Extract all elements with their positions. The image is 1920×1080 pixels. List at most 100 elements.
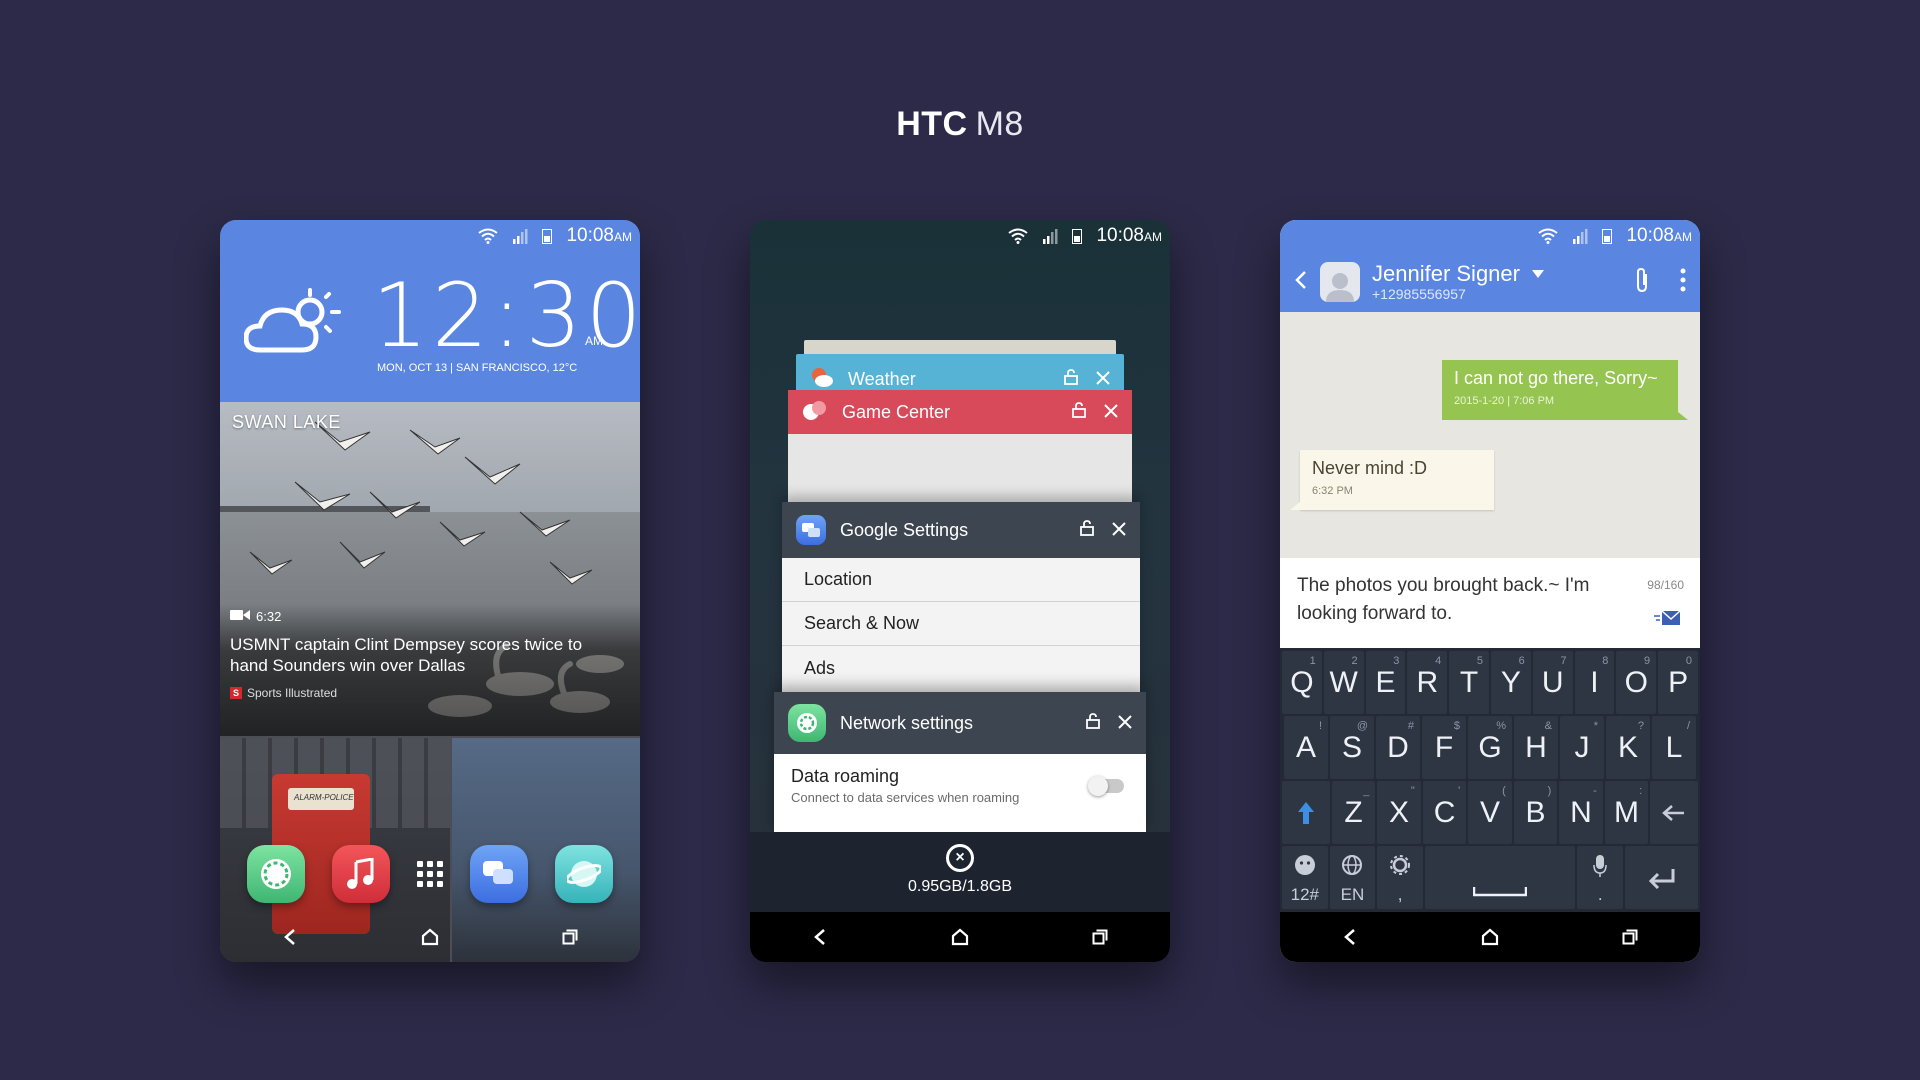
key-z[interactable]: _ Z <box>1331 781 1376 844</box>
key-k[interactable]: ? K <box>1606 716 1650 779</box>
recent-apps-icon[interactable] <box>1070 912 1130 962</box>
back-icon[interactable] <box>260 912 320 962</box>
unlock-icon[interactable] <box>1080 519 1094 541</box>
unlock-icon[interactable] <box>1064 368 1078 390</box>
music-app-icon[interactable] <box>332 845 391 903</box>
key-letter: E <box>1375 665 1396 699</box>
comma-key-label: , <box>1397 885 1403 904</box>
back-arrow-icon[interactable] <box>1294 270 1308 295</box>
network-settings-card[interactable]: Network settings Data roaming Connect to… <box>774 692 1146 834</box>
overflow-menu-icon[interactable] <box>1680 268 1686 297</box>
network-settings-card-header: Network settings <box>774 692 1146 754</box>
recent-apps-icon[interactable] <box>540 912 600 962</box>
memory-usage: 0.95GB/1.8GB <box>907 878 1013 895</box>
mic-period-key[interactable]: . <box>1577 846 1624 909</box>
back-icon[interactable] <box>790 912 850 962</box>
news-card[interactable]: SWAN LAKE 6:32 USMNT captain Clint Demps… <box>220 402 640 736</box>
key-a[interactable]: ! A <box>1284 716 1328 779</box>
settings-comma-key[interactable]: , <box>1377 846 1423 909</box>
google-settings-card[interactable]: Google Settings Location Search & Now Ad… <box>782 502 1140 694</box>
key-y[interactable]: 6Y <box>1490 651 1531 714</box>
key-b[interactable]: ) B <box>1513 781 1558 844</box>
shift-key[interactable] <box>1282 781 1330 844</box>
key-m[interactable]: :M <box>1604 781 1649 844</box>
key-i[interactable]: 8I <box>1574 651 1615 714</box>
unlock-icon[interactable] <box>1086 712 1100 734</box>
outgoing-message[interactable]: I can not go there, Sorry~ 2015-1-20 | 7… <box>1442 360 1688 420</box>
send-icon[interactable] <box>1654 608 1682 633</box>
clock-widget[interactable]: 10:08AM 12:30 AM MON, OCT 13 | SAN FRANC… <box>220 220 640 402</box>
language-key[interactable]: EN <box>1329 846 1376 909</box>
game-center-app-icon <box>802 399 828 426</box>
key-o[interactable]: 9O <box>1616 651 1657 714</box>
key-f[interactable]: $ F <box>1422 716 1466 779</box>
key-letter: S <box>1341 730 1362 764</box>
key-s[interactable]: @ S <box>1330 716 1374 779</box>
avatar[interactable] <box>1320 262 1360 302</box>
key-hint: 6 <box>1518 655 1525 667</box>
status-time: 10:08AM <box>1626 225 1692 246</box>
list-item-ads[interactable]: Ads <box>782 646 1140 690</box>
key-x[interactable]: " X <box>1377 781 1421 844</box>
close-icon[interactable] <box>1118 713 1132 734</box>
compose-input[interactable]: The photos you brought back.~ I'm lookin… <box>1297 572 1637 628</box>
symbols-key[interactable]: 12# <box>1282 846 1328 909</box>
list-item-search-now[interactable]: Search & Now <box>782 602 1140 646</box>
home-icon[interactable] <box>1460 912 1520 962</box>
unlock-icon[interactable] <box>1072 401 1086 423</box>
key-r[interactable]: 4R <box>1407 651 1448 714</box>
data-roaming-row[interactable]: Data roaming Connect to data services wh… <box>774 754 1146 805</box>
key-d[interactable]: # D <box>1376 716 1420 779</box>
key-c[interactable]: ' C <box>1422 781 1467 844</box>
key-v[interactable]: (V <box>1468 781 1512 844</box>
key-letter: N <box>1570 795 1592 829</box>
close-icon[interactable] <box>1096 369 1110 390</box>
list-item-location[interactable]: Location <box>782 558 1140 602</box>
network-settings-app-icon <box>788 704 826 742</box>
backspace-icon[interactable] <box>1650 781 1699 844</box>
key-letter: M <box>1613 795 1639 829</box>
browser-app-icon[interactable] <box>554 845 613 903</box>
key-n[interactable]: -N <box>1559 781 1603 844</box>
enter-key[interactable] <box>1625 846 1699 909</box>
news-source-name: Sports Illustrated <box>247 686 338 700</box>
key-t[interactable]: 5T <box>1449 651 1489 714</box>
dropdown-caret-icon[interactable] <box>1531 265 1544 283</box>
status-time: 10:08AM <box>566 225 632 246</box>
phone-app-icon[interactable] <box>247 845 306 903</box>
key-q[interactable]: 1Q <box>1282 651 1322 714</box>
key-hint: ! <box>1318 720 1322 732</box>
news-headline[interactable]: USMNT captain Clint Dempsey scores twice… <box>230 634 622 676</box>
close-icon[interactable] <box>1104 402 1118 423</box>
video-duration-text: 6:32 <box>256 609 282 624</box>
navigation-bar <box>220 912 640 962</box>
news-source: S Sports Illustrated <box>230 686 337 700</box>
key-e[interactable]: 3E <box>1365 651 1406 714</box>
emoji-icon <box>1294 855 1315 875</box>
compose-area[interactable]: The photos you brought back.~ I'm lookin… <box>1280 558 1700 648</box>
home-icon[interactable] <box>400 912 460 962</box>
recent-apps-icon[interactable] <box>1600 912 1660 962</box>
incoming-message[interactable]: Never mind :D 6:32 PM <box>1290 450 1494 510</box>
back-icon[interactable] <box>1320 912 1380 962</box>
contact-info[interactable]: Jennifer Signer +12985556957 <box>1372 262 1622 302</box>
space-key[interactable] <box>1424 846 1576 909</box>
key-hint: 2 <box>1351 655 1358 667</box>
key-j[interactable]: * J <box>1560 716 1604 779</box>
attachment-icon[interactable] <box>1634 267 1650 298</box>
app-drawer-icon[interactable] <box>416 861 443 887</box>
google-settings-card-title: Google Settings <box>840 519 969 540</box>
contact-number: +12985556957 <box>1372 286 1466 302</box>
clear-all-icon[interactable]: × <box>946 844 974 872</box>
key-l[interactable]: / L <box>1652 716 1696 779</box>
close-icon[interactable] <box>1112 520 1126 541</box>
key-h[interactable]: & H <box>1514 716 1558 779</box>
home-icon[interactable] <box>930 912 990 962</box>
key-w[interactable]: 2W <box>1323 651 1364 714</box>
key-u[interactable]: 7U <box>1532 651 1573 714</box>
key-p[interactable]: 0P <box>1658 651 1698 714</box>
messages-app-icon[interactable] <box>469 845 528 903</box>
key-g[interactable]: % G <box>1468 716 1512 779</box>
symbols-key-label: 12# <box>1290 885 1319 904</box>
data-roaming-toggle[interactable] <box>1088 775 1124 796</box>
